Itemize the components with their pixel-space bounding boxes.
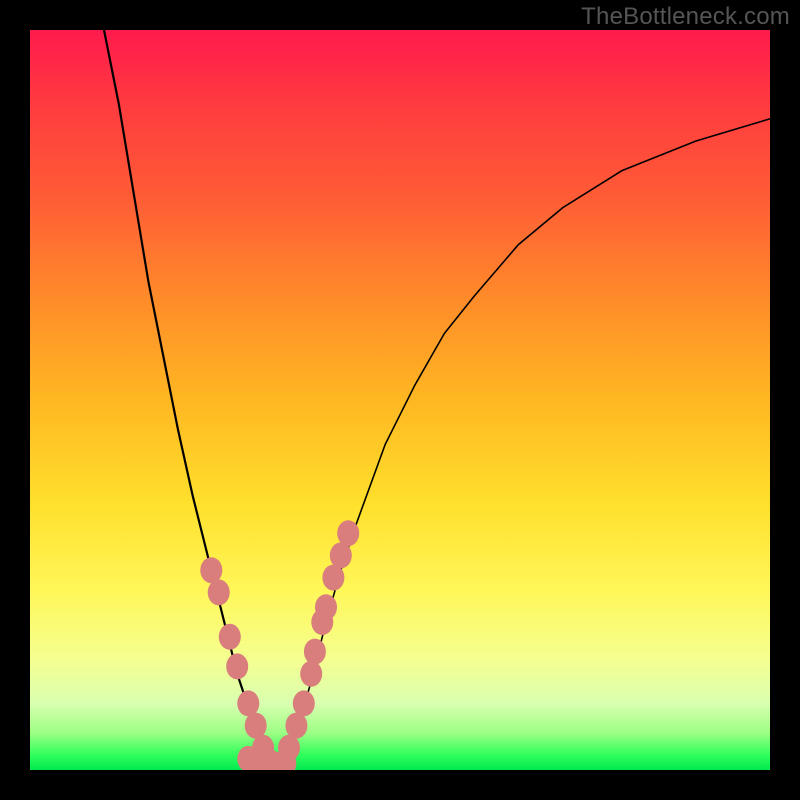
- data-marker: [208, 579, 230, 605]
- data-marker: [330, 542, 352, 568]
- left-curve: [104, 30, 282, 770]
- data-marker: [337, 520, 359, 546]
- data-marker: [219, 624, 241, 650]
- data-marker: [293, 690, 315, 716]
- data-marker: [237, 690, 259, 716]
- curve-layer: [30, 30, 770, 770]
- data-marker: [200, 557, 222, 583]
- marker-group: [200, 520, 359, 770]
- watermark-text: TheBottleneck.com: [581, 3, 790, 31]
- data-marker: [322, 565, 344, 591]
- right-curve: [282, 119, 770, 770]
- data-marker: [300, 661, 322, 687]
- data-marker: [245, 713, 267, 739]
- data-marker: [226, 653, 248, 679]
- data-marker: [285, 713, 307, 739]
- plot-area: [30, 30, 770, 770]
- data-marker: [315, 594, 337, 620]
- chart-frame: TheBottleneck.com: [0, 0, 800, 800]
- data-marker: [304, 639, 326, 665]
